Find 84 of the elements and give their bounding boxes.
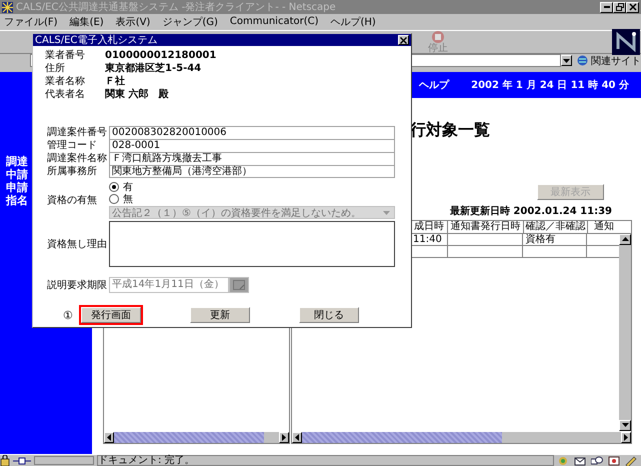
column-header: 通知	[587, 220, 620, 233]
globe-icon	[577, 55, 588, 66]
reason-text-area[interactable]	[109, 221, 395, 267]
field-value: 関東 六郎 殿	[105, 88, 170, 101]
menu-item[interactable]: ファイル(F)	[4, 14, 58, 29]
field-label: 管理コード	[46, 139, 98, 152]
readonly-field: 002008302820010006	[109, 126, 395, 139]
table-cell: 資格有	[522, 234, 586, 246]
dropdown-button[interactable]	[561, 55, 572, 66]
up-arrow-icon	[622, 237, 628, 242]
column-header: 通知書発行日時	[447, 220, 523, 233]
caret-icon	[383, 210, 390, 214]
restore-button[interactable]	[613, 2, 626, 12]
horizontal-scrollbar[interactable]	[104, 430, 289, 443]
minimize-icon	[604, 6, 610, 8]
field-label: 説明要求期限	[47, 278, 107, 292]
radio-button[interactable]	[109, 182, 119, 192]
field-label: 資格無し理由	[47, 238, 107, 251]
field-label: 所属事務所	[46, 165, 98, 178]
radio-button[interactable]	[109, 194, 119, 204]
field-label: 業者番号	[45, 49, 86, 62]
field-label: 調達案件番号	[46, 126, 108, 139]
window-title: CALS/EC公共調達共通基盤システム -発注者クライアント- - Netscape	[16, 0, 337, 14]
scroll-left-button[interactable]	[104, 432, 114, 443]
readonly-field: 028-0001	[109, 139, 395, 152]
stop-icon	[430, 30, 446, 44]
mail-icon	[574, 456, 586, 466]
field-label: 業者名称	[45, 75, 86, 88]
right-arrow-icon	[624, 434, 628, 441]
left-arrow-icon	[295, 434, 299, 441]
related-sites-button[interactable]: 関連サイト	[577, 54, 641, 68]
navigator-icon	[557, 456, 569, 466]
restore-icon	[616, 3, 624, 11]
close-icon	[400, 36, 407, 44]
right-arrow-icon	[282, 434, 286, 441]
scroll-down-button[interactable]	[619, 420, 631, 431]
horizontal-scrollbar[interactable]	[292, 430, 631, 443]
status-text: ドキュメント: 完了。	[97, 455, 554, 466]
calendar-icon	[233, 280, 245, 290]
field-value: 東京都港区芝1-5-44	[105, 62, 202, 75]
scroll-thumb[interactable]	[114, 432, 264, 443]
field-label: 調達案件名称	[46, 152, 108, 165]
lock-icon	[0, 455, 10, 466]
minimize-button[interactable]	[600, 2, 613, 12]
menu-item[interactable]: ヘルプ(H)	[330, 14, 376, 29]
field-label: 住所	[45, 62, 66, 75]
menu-item[interactable]: Communicator(C)	[230, 16, 319, 28]
app-icon	[2, 2, 13, 12]
column-header: 確認／非確認	[523, 220, 587, 233]
scroll-left-button[interactable]	[292, 432, 302, 443]
left-arrow-icon	[107, 434, 111, 441]
menu-item[interactable]: 編集(E)	[70, 14, 104, 29]
table-cell	[522, 246, 586, 258]
dialog-button[interactable]: 発行画面	[81, 307, 141, 323]
scroll-up-button[interactable]	[619, 234, 631, 245]
radio-label[interactable]: 無	[123, 192, 133, 206]
caret-icon	[563, 58, 570, 63]
close-button[interactable]	[398, 35, 409, 45]
dialog-button[interactable]: 更新	[190, 307, 250, 323]
dialog-title: CALS/EC電子入札システム	[35, 34, 158, 47]
menu-item[interactable]: ジャンプ(G)	[162, 14, 218, 29]
scroll-right-button[interactable]	[621, 432, 631, 443]
close-icon	[628, 3, 636, 11]
calendar-button[interactable]	[229, 277, 249, 293]
readonly-field: 関東地方整備局（港湾空港部）	[109, 165, 395, 178]
last-updated-text: 最新更新日時 2002.01.24 11:39	[450, 204, 612, 217]
scroll-right-button[interactable]	[279, 432, 289, 443]
annotation-number: ①	[63, 308, 74, 322]
close-button[interactable]	[626, 2, 639, 12]
menu-item[interactable]: 表示(V)	[116, 14, 150, 29]
scroll-thumb[interactable]	[302, 432, 502, 443]
radio-label[interactable]: 有	[123, 180, 133, 194]
vertical-scrollbar[interactable]	[619, 234, 631, 431]
readonly-field: Ｆ湾口航路方塊撤去工事	[109, 152, 395, 165]
field-value: Ｆ社	[105, 75, 126, 88]
down-arrow-icon	[622, 423, 628, 428]
field-label: 資格の有無	[47, 194, 97, 207]
connection-icon	[13, 456, 31, 464]
field-value: 0100000012180001	[105, 49, 218, 62]
field-label: 代表者名	[45, 88, 86, 101]
status-panel	[34, 456, 94, 465]
date-time-text: 2002 年 1 月 24 日 11 時 40 分	[471, 78, 629, 92]
help-link[interactable]: ヘルプ	[419, 78, 450, 92]
dialog-button[interactable]: 閉じる	[299, 307, 359, 323]
